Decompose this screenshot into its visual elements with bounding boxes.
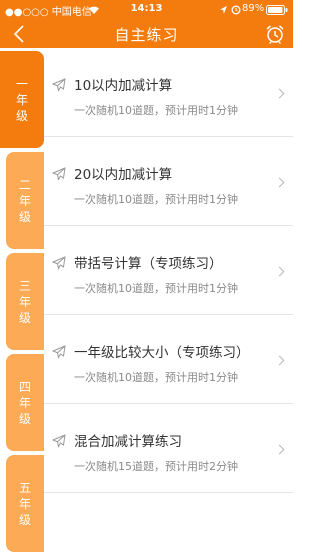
grade-tab-5[interactable]: 五年级 [6,455,44,552]
grade-tab-label: 三年级 [18,278,31,325]
exercise-item[interactable]: 10以内加减计算 一次随机10道题，预计用时1分钟 [44,48,293,137]
exercise-title: 一年级比较大小（专项练习） [74,345,250,361]
chevron-right-icon [274,355,285,366]
location-arrow-icon [220,6,227,14]
grade-tab-label: 五年级 [18,480,31,527]
chevron-right-icon [274,177,285,188]
exercise-list: 10以内加减计算 一次随机10道题，预计用时1分钟 20以内加减计算 一次随机1… [44,48,293,550]
exercise-subtitle: 一次随机10道题，预计用时1分钟 [74,193,238,206]
exercise-title: 混合加减计算练习 [74,434,182,450]
exercise-title: 带括号计算（专项练习） [74,256,223,272]
paper-plane-icon [52,256,66,270]
chevron-right-icon [274,88,285,99]
grade-tab-1[interactable]: 一年级 [0,51,44,148]
grade-sidebar: 一年级 二年级 三年级 四年级 五年级 [0,48,44,552]
exercise-item[interactable]: 带括号计算（专项练习） 一次随机10道题，预计用时1分钟 [44,226,293,315]
grade-tab-2[interactable]: 二年级 [6,152,44,249]
grade-tab-4[interactable]: 四年级 [6,354,44,451]
alarm-status-icon [231,5,241,15]
grade-tab-3[interactable]: 三年级 [6,253,44,350]
paper-plane-icon [52,167,66,181]
battery-icon [266,5,288,15]
exercise-item[interactable]: 20以内加减计算 一次随机10道题，预计用时1分钟 [44,137,293,226]
nav-bar: 自主练习 [0,20,293,48]
paper-plane-icon [52,345,66,359]
exercise-item[interactable]: 一年级比较大小（专项练习） 一次随机10道题，预计用时1分钟 [44,315,293,404]
exercise-title: 20以内加减计算 [74,167,173,183]
paper-plane-icon [52,78,66,92]
page-title: 自主练习 [114,26,179,44]
alarm-clock-icon [266,25,284,45]
alarm-button[interactable] [263,22,287,46]
grade-tab-label: 一年级 [15,76,28,123]
exercise-subtitle: 一次随机15道题，预计用时2分钟 [74,460,238,473]
chevron-right-icon [274,444,285,455]
grade-tab-label: 二年级 [18,177,31,224]
exercise-title: 10以内加减计算 [74,78,173,94]
exercise-subtitle: 一次随机10道题，预计用时1分钟 [74,104,238,117]
paper-plane-icon [52,434,66,448]
battery-percent: 89% [242,3,265,14]
chevron-right-icon [274,266,285,277]
grade-tab-label: 四年级 [18,379,31,426]
exercise-subtitle: 一次随机10道题，预计用时1分钟 [74,371,238,384]
exercise-item[interactable]: 混合加减计算练习 一次随机15道题，预计用时2分钟 [44,404,293,493]
exercise-subtitle: 一次随机10道题，预计用时1分钟 [74,282,238,295]
status-bar: ●●○○○ 中国电信 14:13 89% [0,0,293,20]
